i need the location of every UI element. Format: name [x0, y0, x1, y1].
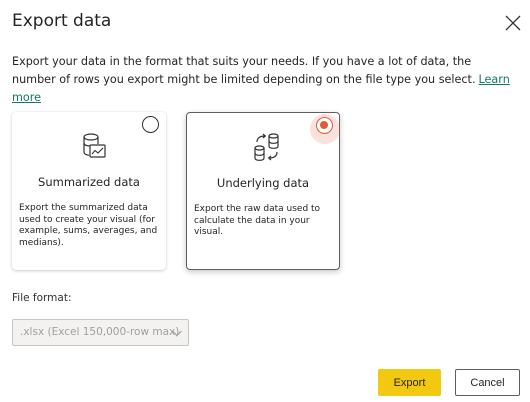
file-format-value: .xlsx (Excel 150,000-row max)	[20, 326, 180, 338]
summarized-radio[interactable]	[142, 116, 159, 133]
description-text: Export your data in the format that suit…	[12, 55, 476, 86]
dialog-description: Export your data in the format that suit…	[12, 53, 517, 107]
underlying-title: Underlying data	[216, 176, 310, 190]
summarized-description: Export the summarized data used to creat…	[19, 203, 158, 248]
dialog-title: Export data	[12, 11, 112, 31]
underlying-description: Export the raw data used to calculate th…	[194, 204, 321, 237]
export-data-dialog: Export data Export your data in the form…	[0, 0, 530, 402]
file-format-select[interactable]: .xlsx (Excel 150,000-row max)	[12, 319, 189, 346]
chevron-down-icon	[171, 327, 183, 339]
file-format-label: File format:	[12, 292, 72, 304]
database-sync-icon	[253, 132, 281, 162]
summarized-data-option[interactable]: Summarized data Export the summarized da…	[12, 112, 166, 270]
underlying-radio[interactable]	[316, 117, 333, 134]
summarized-title: Summarized data	[38, 175, 140, 189]
export-button[interactable]: Export	[378, 369, 441, 396]
cancel-button[interactable]: Cancel	[455, 369, 520, 396]
database-chart-icon	[80, 132, 108, 162]
underlying-data-option[interactable]: Underlying data Export the raw data used…	[186, 112, 340, 270]
close-button[interactable]	[503, 13, 523, 33]
close-icon	[505, 15, 521, 31]
